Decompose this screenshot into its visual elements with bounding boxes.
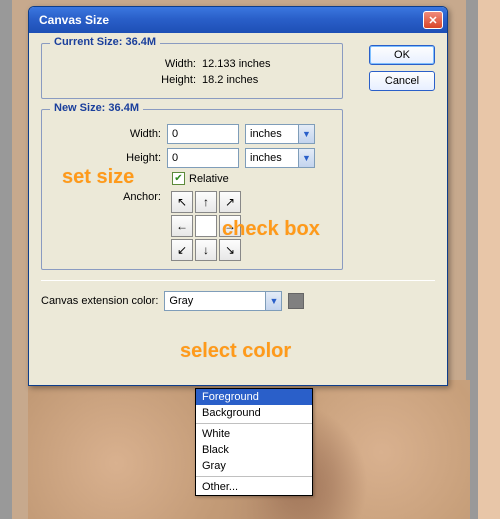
anchor-ne[interactable]: ↗ [219,191,241,213]
arrow-up-left-icon: ↖ [177,196,187,208]
current-width-label: Width: [52,58,202,70]
new-height-unit-value: inches [250,152,282,164]
arrow-down-left-icon: ↙ [177,244,187,256]
current-height-label: Height: [52,74,202,86]
anchor-e[interactable]: → [219,215,241,237]
anchor-s[interactable]: ↓ [195,239,217,261]
new-size-group: New Size: 36.4M Width: inches ▼ Height: … [41,109,343,270]
current-size-title: Current Size: 36.4M [50,36,160,48]
canvas-ext-color-select[interactable]: Gray ▼ [164,291,282,311]
anchor-sw[interactable]: ↙ [171,239,193,261]
new-width-unit-select[interactable]: inches ▼ [245,124,315,144]
anchor-n[interactable]: ↑ [195,191,217,213]
divider [41,280,435,281]
cancel-button[interactable]: Cancel [369,71,435,91]
arrow-down-right-icon: ↘ [225,244,235,256]
current-height-value: 18.2 inches [202,74,258,86]
new-height-label: Height: [52,152,167,164]
check-icon: ✔ [174,174,182,184]
new-height-unit-select[interactable]: inches ▼ [245,148,315,168]
current-size-group: Current Size: 36.4M Width: 12.133 inches… [41,43,343,99]
option-white[interactable]: White [196,426,312,442]
option-other[interactable]: Other... [196,479,312,495]
separator [196,476,312,477]
new-width-unit-value: inches [250,128,282,140]
canvas-size-dialog: Canvas Size ✕ OK Cancel Current Size: 36… [28,6,448,386]
color-swatch[interactable] [288,293,304,309]
option-gray[interactable]: Gray [196,458,312,474]
chevron-down-icon: ▼ [298,125,314,143]
current-width-value: 12.133 inches [202,58,271,70]
canvas-ext-color-value: Gray [169,295,193,307]
close-icon: ✕ [428,14,437,27]
anchor-label: Anchor: [52,191,167,203]
new-width-input[interactable] [167,124,239,144]
canvas-ext-color-label: Canvas extension color: [41,295,164,307]
anchor-w[interactable]: ← [171,215,193,237]
arrow-left-icon: ← [176,220,188,232]
new-height-input[interactable] [167,148,239,168]
relative-checkbox[interactable]: ✔ [172,172,185,185]
anchor-se[interactable]: ↘ [219,239,241,261]
new-width-label: Width: [52,128,167,140]
chevron-down-icon: ▼ [265,292,281,310]
chevron-down-icon: ▼ [298,149,314,167]
option-black[interactable]: Black [196,442,312,458]
canvas-ext-color-dropdown: Foreground Background White Black Gray O… [195,388,313,496]
dialog-title: Canvas Size [39,13,109,27]
titlebar[interactable]: Canvas Size ✕ [29,7,447,33]
relative-label: Relative [189,173,229,185]
ok-button[interactable]: OK [369,45,435,65]
separator [196,423,312,424]
option-foreground[interactable]: Foreground [196,389,312,405]
anchor-nw[interactable]: ↖ [171,191,193,213]
arrow-right-icon: → [224,220,236,232]
anchor-grid: ↖ ↑ ↗ ← → ↙ ↓ ↘ [171,191,241,261]
new-size-title: New Size: 36.4M [50,102,143,114]
anchor-center[interactable] [195,215,217,237]
arrow-down-icon: ↓ [203,244,209,256]
arrow-up-right-icon: ↗ [225,196,235,208]
close-button[interactable]: ✕ [423,11,443,29]
option-background[interactable]: Background [196,405,312,421]
arrow-up-icon: ↑ [203,196,209,208]
